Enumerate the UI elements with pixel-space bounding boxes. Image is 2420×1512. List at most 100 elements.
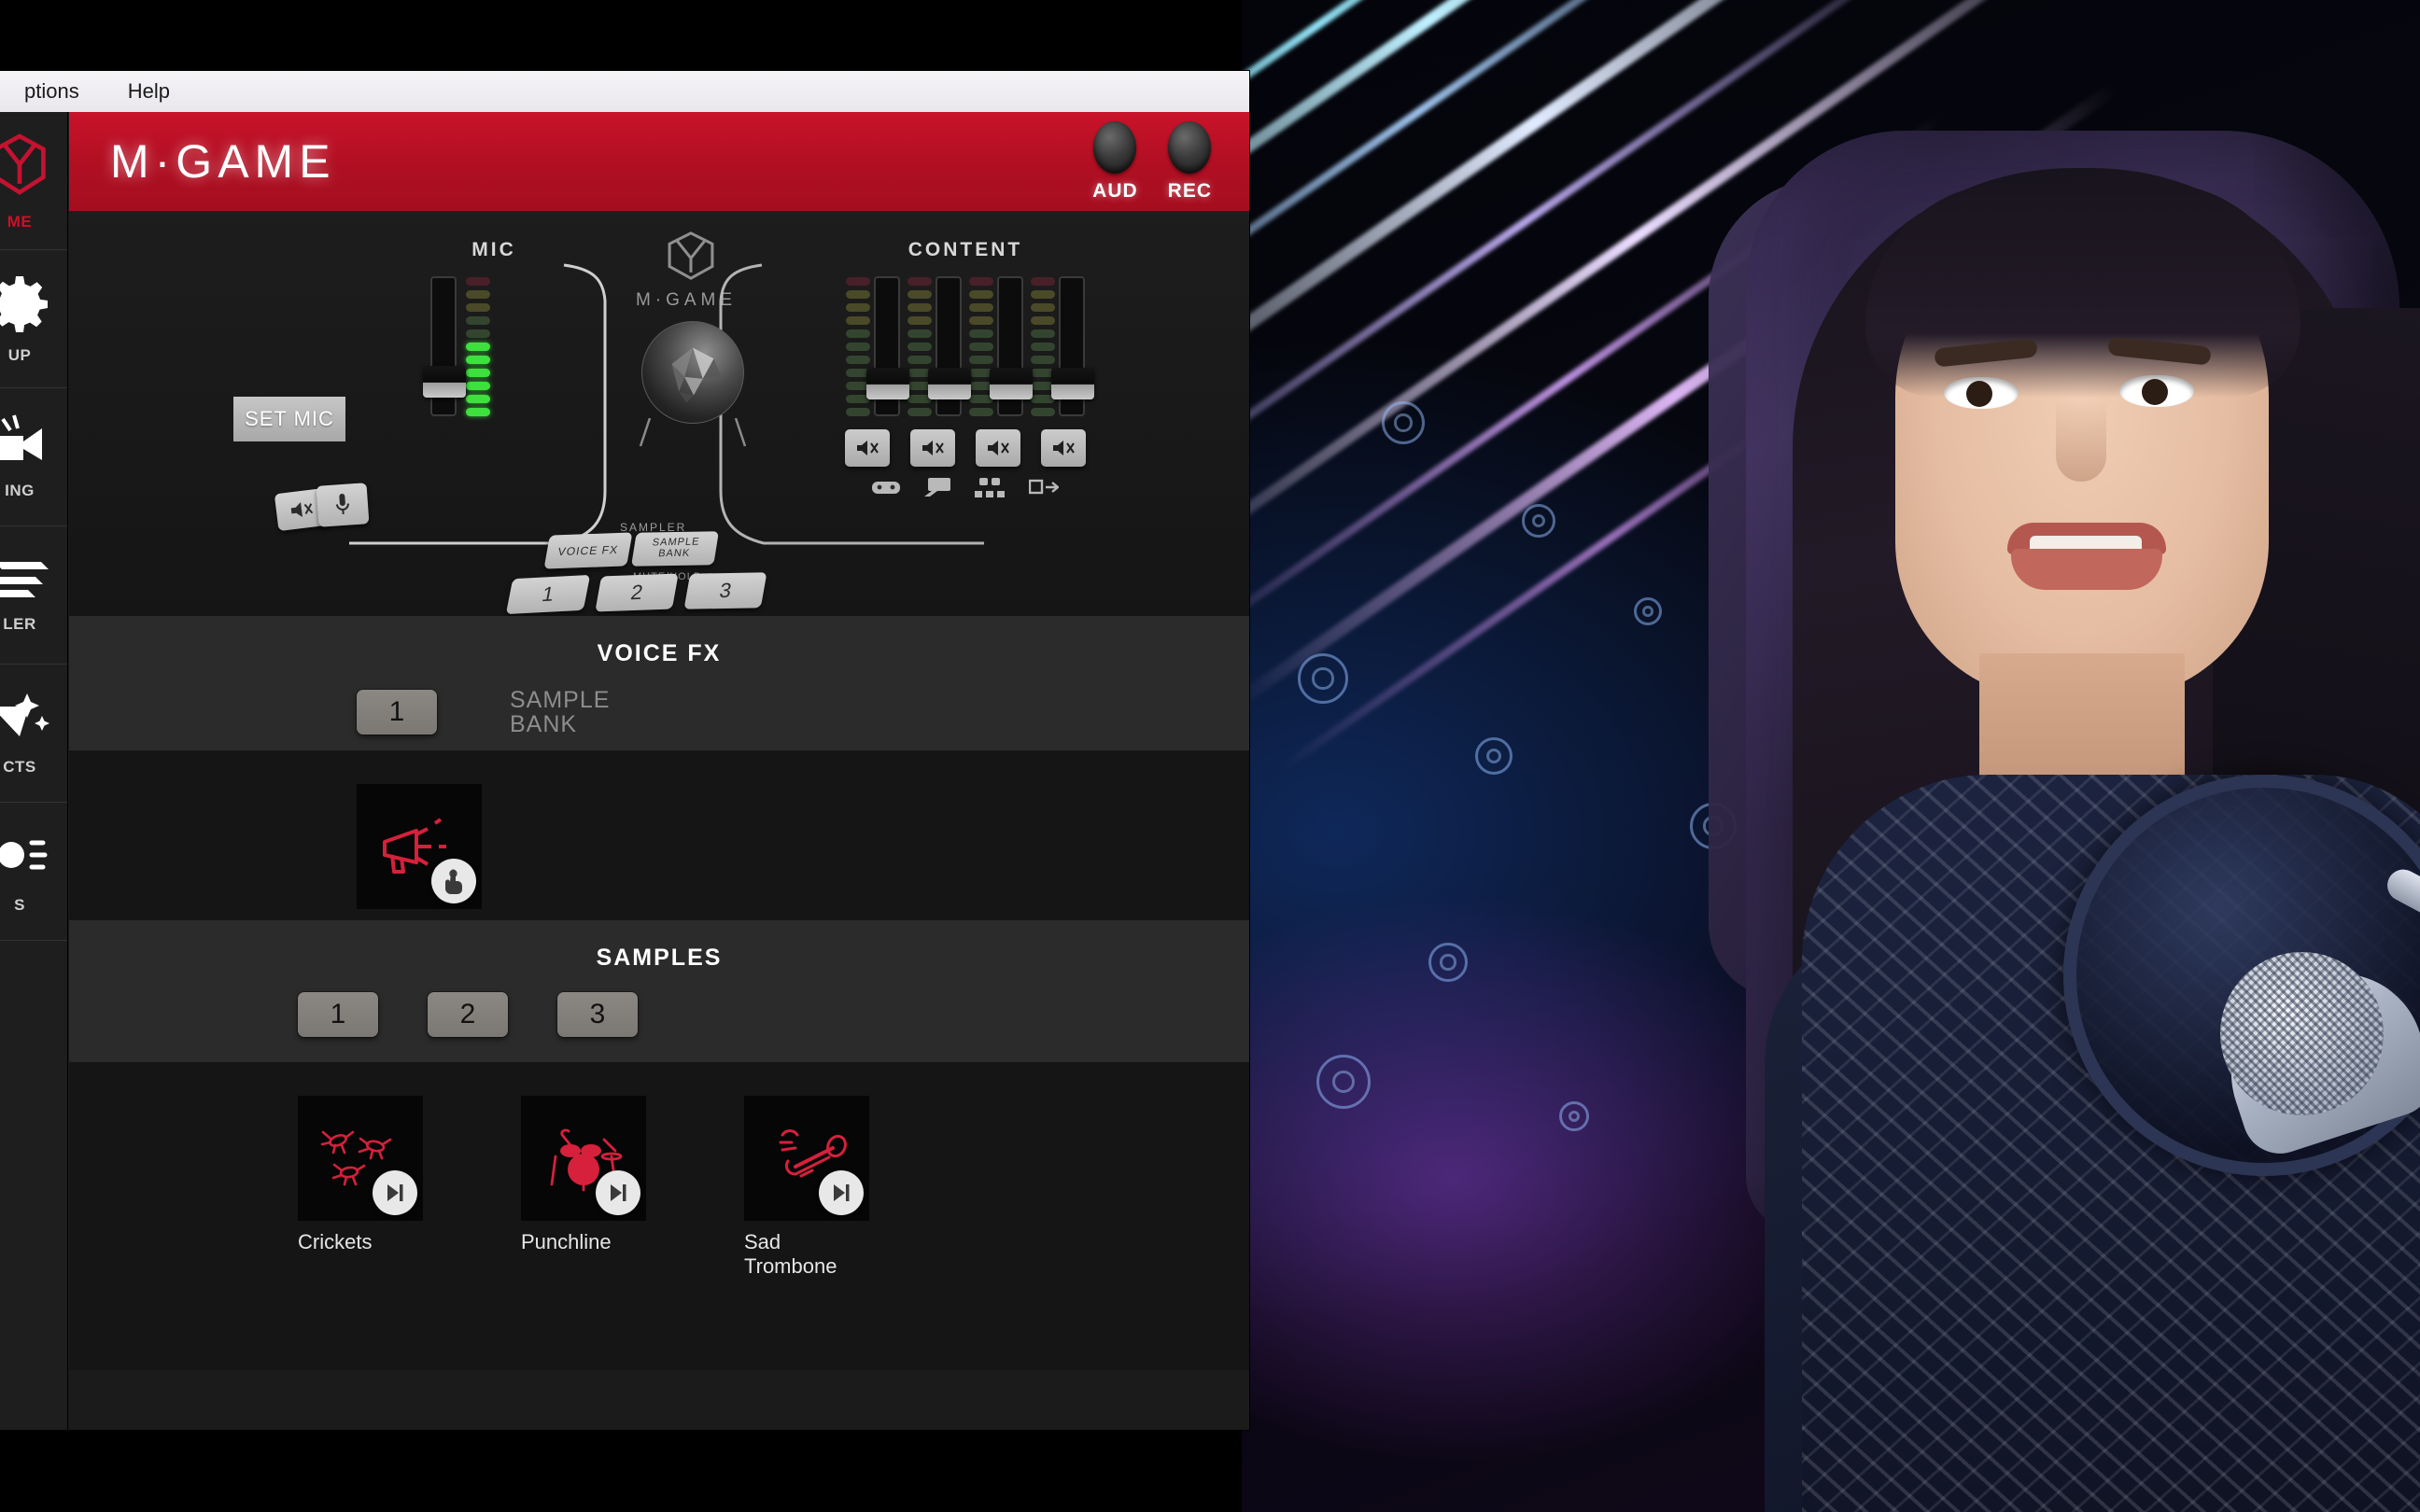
content-fader-knob[interactable] [866,368,909,399]
sample-tile-label: Punchline [521,1230,612,1253]
bokeh-circle [1634,597,1662,625]
voice-fx-selector-section: VOICE FX 1 SAMPLE BANK [69,616,1249,769]
bokeh-circle [1298,653,1348,704]
content-fader[interactable] [928,276,971,416]
play-to-end-icon[interactable] [596,1170,640,1215]
sidebar-item-sampler[interactable]: LER [0,526,67,665]
device-mic-button[interactable] [316,483,370,527]
device-pad-2-label: 2 [628,580,645,605]
mic-fader-knob[interactable] [423,366,466,398]
content-section-label: CONTENT [908,239,1023,260]
sample-tile-image[interactable] [521,1096,646,1221]
play-to-end-icon[interactable] [373,1170,417,1215]
content-channel-game [846,276,909,416]
sidebar-item-label: CTS [3,758,36,776]
sidebar-item-lights[interactable]: S [0,803,67,941]
mic-fader-row [401,276,587,416]
mute-button-music[interactable] [976,429,1020,467]
sample-slot-2-label: 2 [459,999,476,1029]
content-fader-knob[interactable] [928,368,971,399]
device-pad-1-label: 1 [540,581,556,607]
play-to-end-icon[interactable] [819,1170,864,1215]
mic-section: MIC [401,239,587,416]
aux-in-icon [1028,478,1060,503]
sidebar-item-home[interactable]: ME [0,112,67,250]
gear-icon [0,273,49,337]
samples-title: SAMPLES [596,945,723,971]
hold-touch-icon[interactable] [431,859,476,903]
device-volume-knob[interactable] [641,321,744,424]
mute-button-chat[interactable] [910,429,955,467]
rec-label: REC [1167,179,1212,202]
lighting-icon [0,828,49,887]
sample-tile-crickets[interactable]: Crickets [298,1096,423,1370]
sidebar-item-label: UP [7,346,32,364]
content-fader[interactable] [990,276,1033,416]
mic-section-label: MIC [471,239,516,260]
aud-indicator[interactable]: AUD [1092,120,1138,203]
mute-button-game[interactable] [845,429,890,467]
voicefx-slot-1[interactable]: 1 [357,690,437,735]
sample-slot-1-label: 1 [330,999,346,1029]
device-logo-text: M·GAME [635,290,738,310]
sample-bank-label-line1: SAMPLE [510,687,611,713]
content-fader[interactable] [866,276,909,416]
device-pad-1[interactable]: 1 [505,574,591,615]
voicefx-tile-image[interactable] [357,784,482,909]
content-channel-aux [1031,276,1094,416]
person-fringe [1865,183,2300,398]
device-pad-3[interactable]: 3 [683,572,767,609]
sidebar-item-label: S [14,896,25,914]
sidebar-item-streaming[interactable]: ING [0,388,67,526]
content-channel-faders [816,276,1115,416]
app-brand-title: M·GAME [110,135,336,188]
mic-fader[interactable] [423,276,466,416]
device-voice-fx-button[interactable]: VOICE FX [543,532,633,569]
device-voice-fx-label: VOICE FX [556,542,620,558]
bokeh-circle [1382,401,1425,444]
sample-slot-3[interactable]: 3 [557,992,638,1037]
sidebar-item-setup[interactable]: UP [0,250,67,388]
eye-left [1944,377,2019,409]
device-sample-bank-button[interactable]: SAMPLE BANK [631,531,719,567]
sample-tile-image[interactable] [298,1096,423,1221]
content-fader[interactable] [1051,276,1094,416]
bokeh-circle [1475,737,1512,775]
menu-bar: ptions Help [0,71,1249,112]
broadcast-icon [0,413,49,472]
sample-slot-1[interactable]: 1 [298,992,378,1037]
voice-fx-tiles: Megaphone [69,750,1249,942]
menu-help[interactable]: Help [104,71,194,112]
content-fader-knob[interactable] [1051,368,1094,399]
menu-options[interactable]: ptions [0,71,104,112]
voicefx-tile-megaphone[interactable]: Megaphone [357,784,482,943]
device-logo: M·GAME [636,230,739,311]
sidebar-item-effects[interactable]: CTS [0,665,67,803]
sidebar-item-label: LER [3,615,36,633]
set-mic-button[interactable]: SET MIC [233,397,345,441]
sample-slot-2[interactable]: 2 [428,992,508,1037]
lips-lower [2011,549,2162,590]
sidebar-navigation: ME UP ING LER CTS S [0,112,68,1430]
eye-right [2119,375,2194,407]
device-pad-2[interactable]: 2 [595,573,679,612]
bokeh-circle [1559,1101,1589,1131]
screen: ptions Help ME UP ING LER CTS S M·GAME A… [0,0,2420,1512]
music-icon [975,478,1005,503]
rec-indicator[interactable]: REC [1167,120,1212,203]
sample-tile-punchline[interactable]: Punchline [521,1096,646,1370]
samples-tiles: Crickets Punchline Sad Trombone [69,1062,1249,1370]
voice-fx-title: VOICE FX [597,640,722,666]
content-channel-icons [816,478,1115,503]
content-mute-buttons [816,429,1115,467]
sample-tile-sad-trombone[interactable]: Sad Trombone [744,1096,869,1370]
content-fader-knob[interactable] [990,368,1033,399]
chat-bubble-icon [924,478,950,503]
voicefx-slot-1-label: 1 [388,696,405,728]
aud-lamp-icon [1093,120,1137,174]
mute-button-aux[interactable] [1041,429,1086,467]
sample-tile-image[interactable] [744,1096,869,1221]
bokeh-circle [1522,504,1555,538]
sample-slot-3-label: 3 [589,999,606,1029]
mgame-application-window: ptions Help ME UP ING LER CTS S M·GAME A… [0,71,1249,1430]
